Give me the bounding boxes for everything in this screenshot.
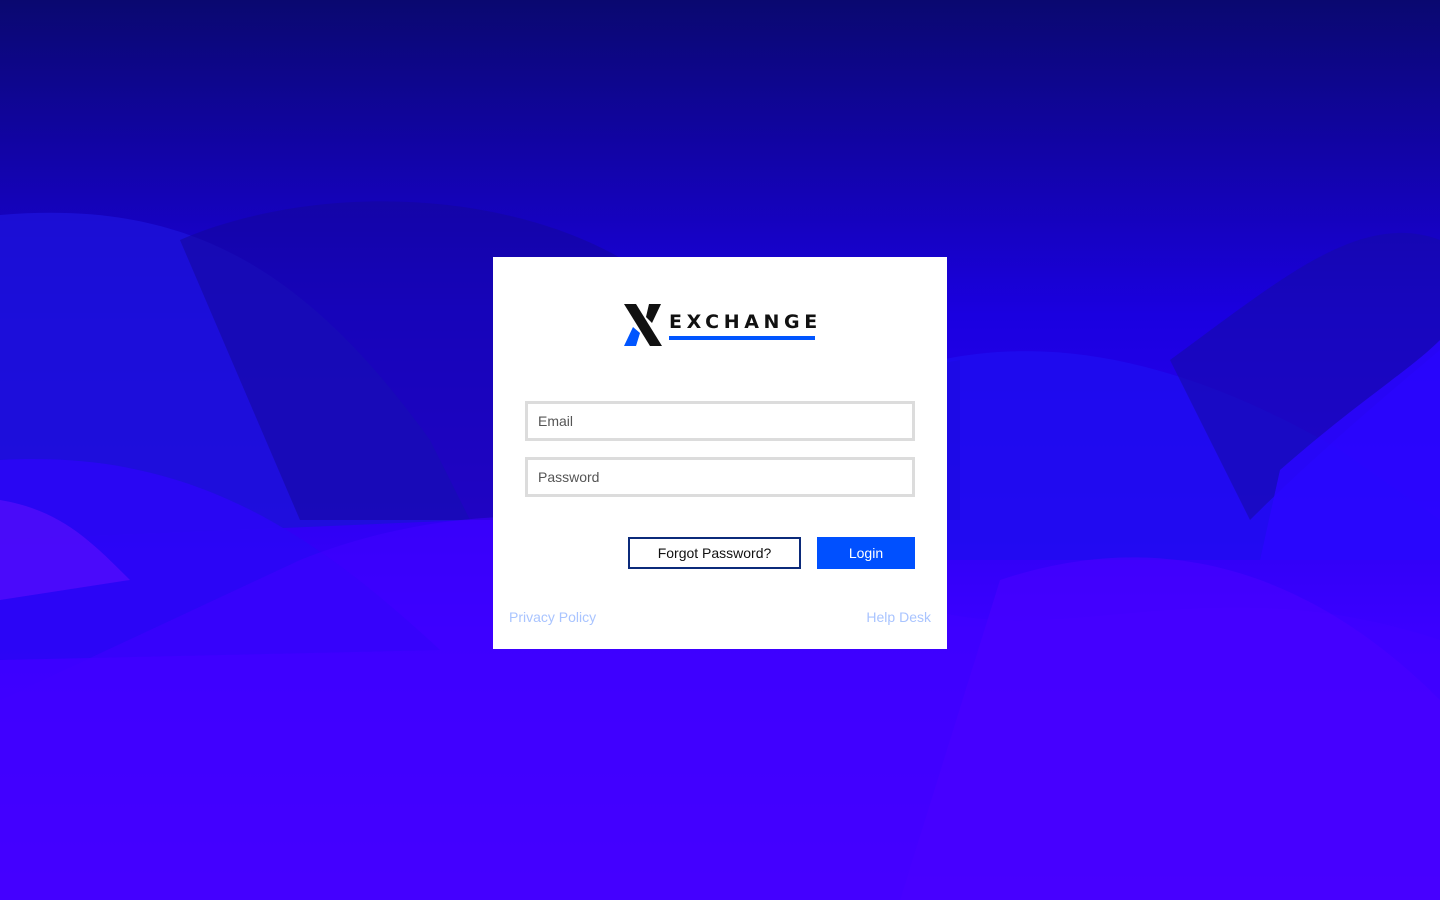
privacy-policy-link[interactable]: Privacy Policy	[509, 609, 596, 625]
brand-name: EXCHANGE	[669, 311, 822, 333]
x-logo-icon	[624, 304, 662, 346]
email-field[interactable]	[525, 401, 915, 441]
login-card: EXCHANGE Forgot Password? Login Privacy …	[493, 257, 947, 649]
brand-logo: EXCHANGE	[624, 304, 819, 348]
password-field[interactable]	[525, 457, 915, 497]
help-desk-link[interactable]: Help Desk	[866, 609, 931, 625]
brand-underline	[669, 336, 815, 340]
login-button[interactable]: Login	[817, 537, 915, 569]
forgot-password-button[interactable]: Forgot Password?	[628, 537, 801, 569]
